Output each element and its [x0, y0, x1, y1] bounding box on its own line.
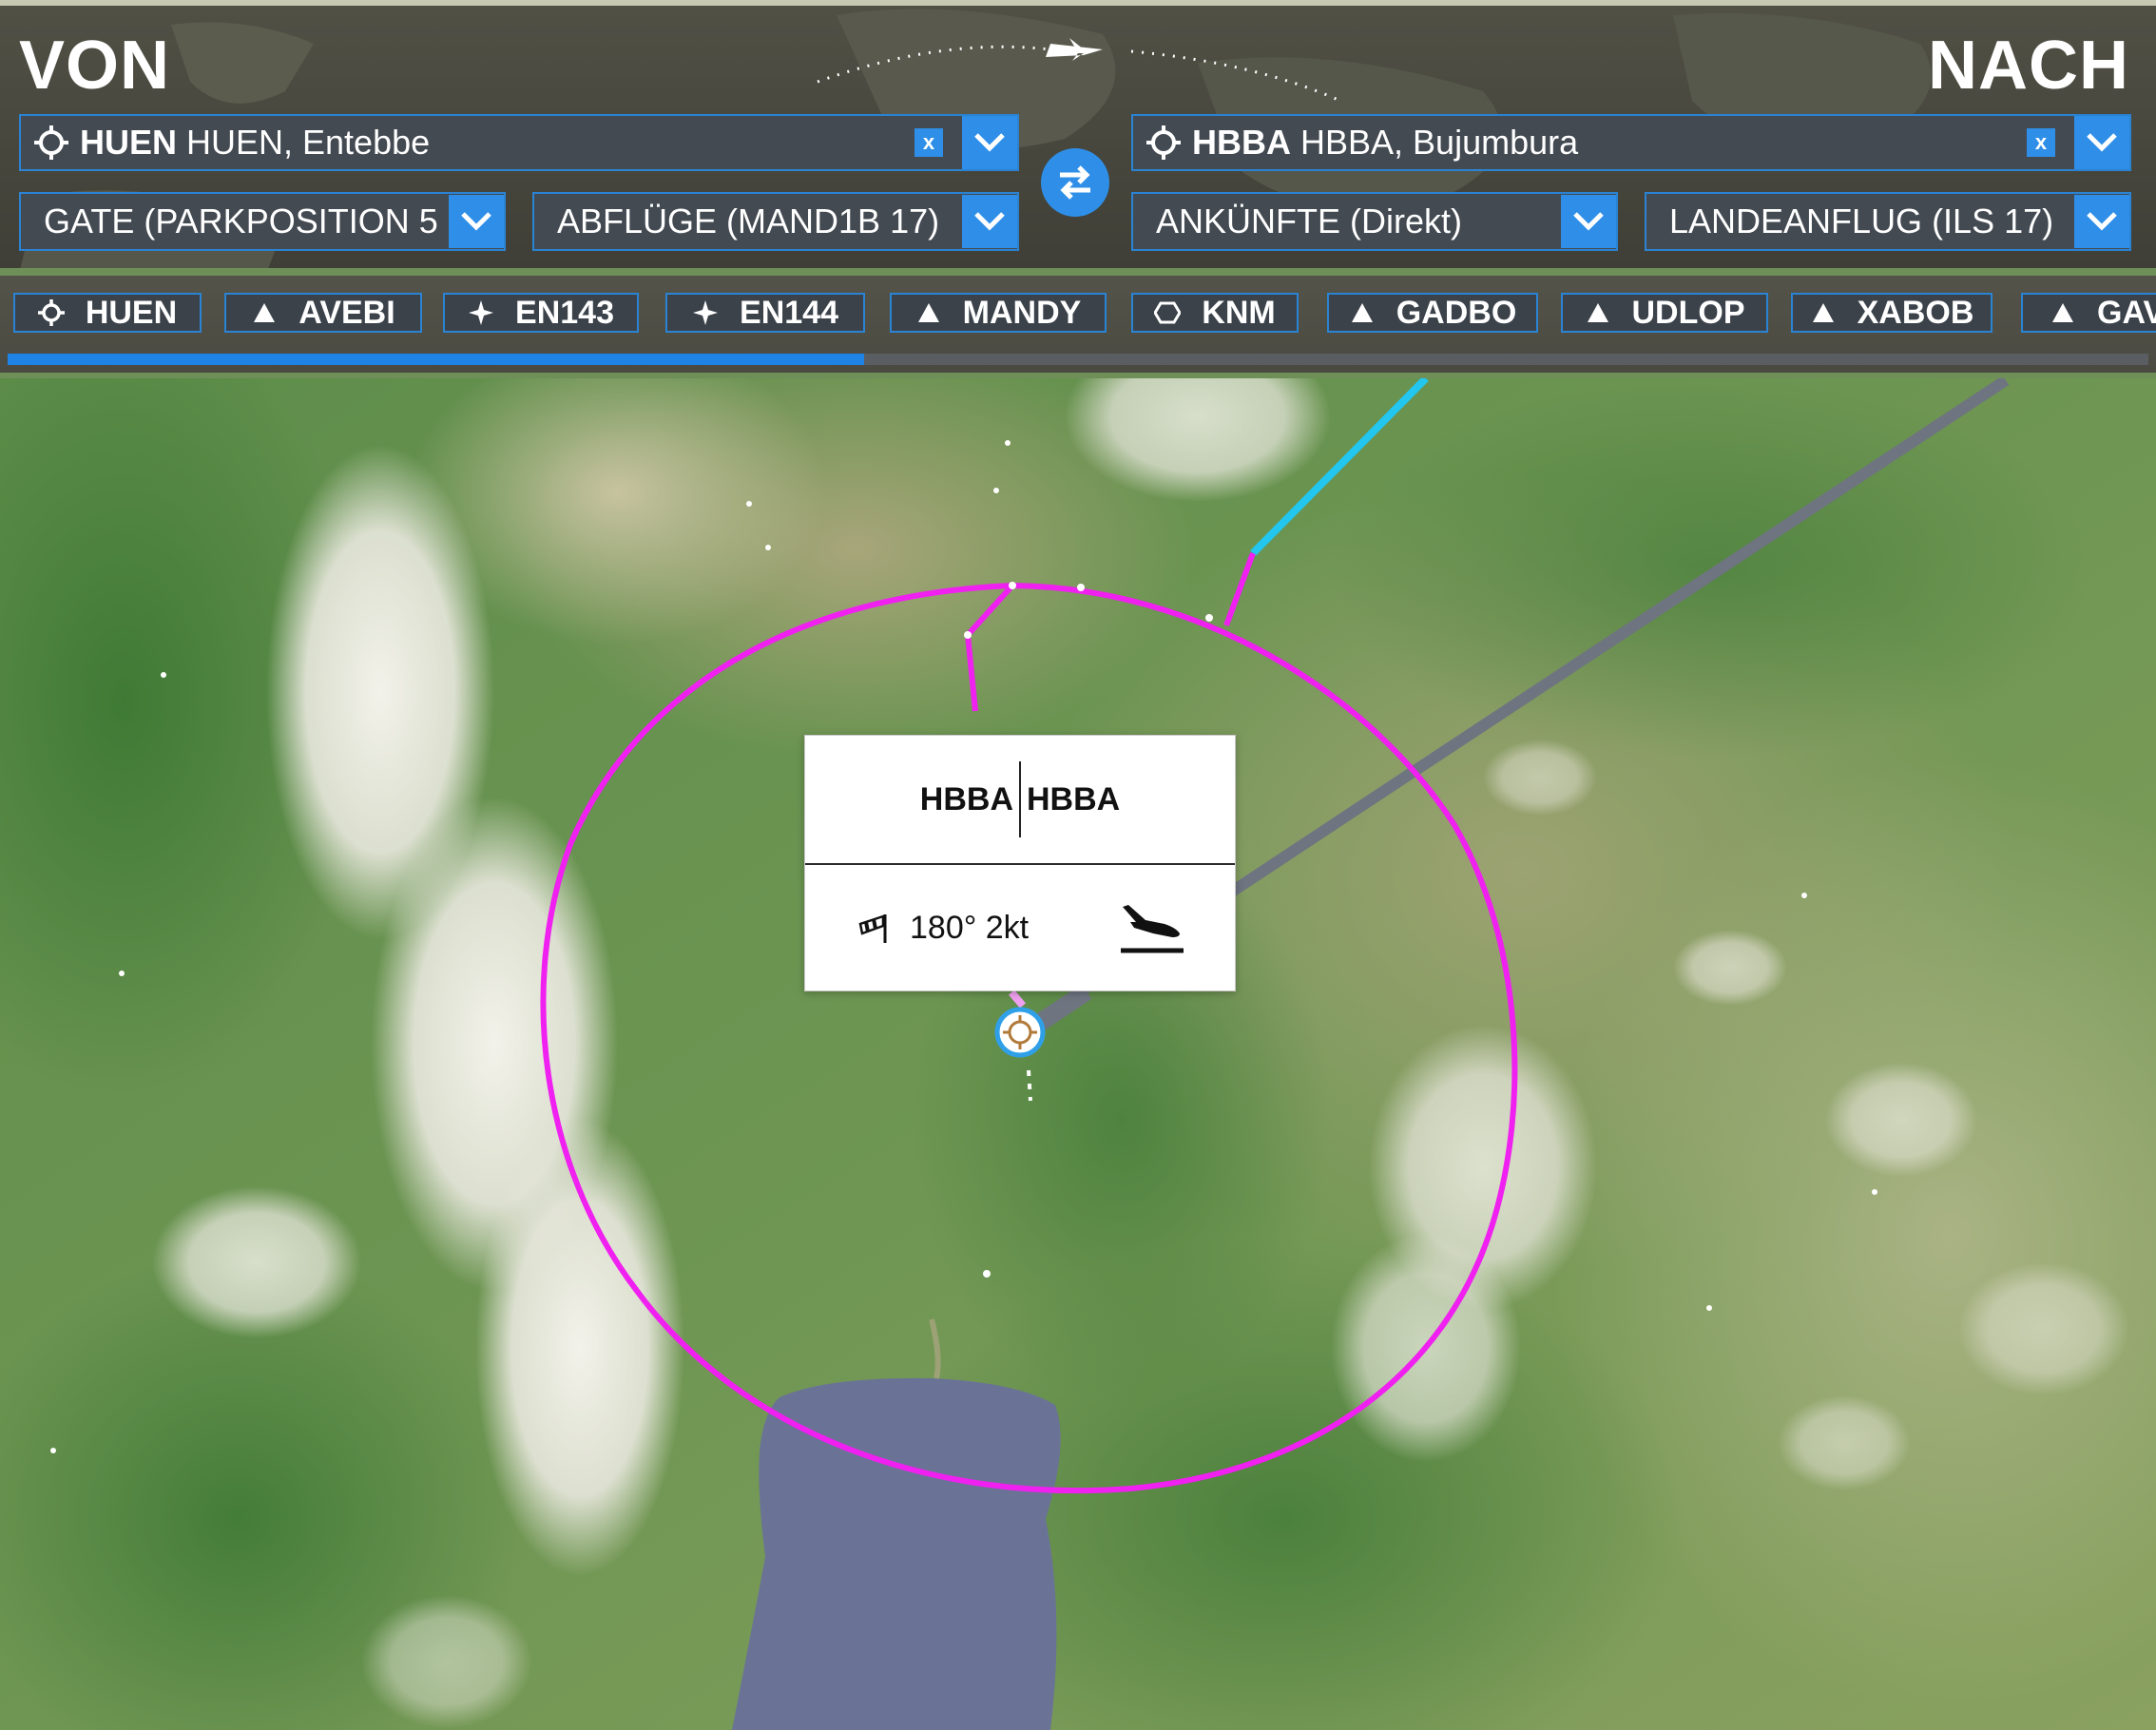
to-title: NACH — [1928, 28, 2129, 104]
waypoint-label: UDLOP — [1631, 294, 1745, 331]
waypoint-label: MANDY — [962, 294, 1082, 331]
waypoint-label: AVEBI — [298, 294, 395, 331]
departure-gate-dropdown-button[interactable] — [449, 195, 504, 248]
airport-location-icon — [1146, 125, 1181, 160]
swap-arrows-icon — [1060, 165, 1090, 200]
waypoint-label: EN144 — [740, 294, 838, 331]
departure-clear-button[interactable]: x — [914, 128, 943, 157]
popup-divider — [1019, 761, 1021, 837]
arrival-code: HBBA — [1192, 123, 1291, 162]
departure-procedure-value: ABFLÜGE (MAND1B 17) — [557, 202, 940, 240]
triangle-waypoint-icon — [1587, 303, 1608, 322]
airport-icon — [37, 299, 65, 326]
chevron-down-icon — [1573, 212, 1604, 231]
popup-header: HBBA HBBA — [805, 736, 1235, 865]
arrival-clear-button[interactable]: x — [2027, 128, 2055, 157]
chevron-down-icon — [461, 212, 491, 231]
triangle-waypoint-icon — [254, 303, 276, 322]
destination-airport-marker — [994, 1007, 1046, 1058]
from-title: VON — [19, 28, 171, 104]
waypoint-chip[interactable]: XABOB — [1791, 293, 1992, 333]
chevron-down-icon — [2087, 133, 2117, 152]
popup-code-right: HBBA — [1027, 780, 1121, 817]
approach-select[interactable]: LANDEANFLUG (ILS 17) — [1645, 192, 2131, 251]
waypoint-chip[interactable]: UDLOP — [1561, 293, 1768, 333]
windsock-icon — [858, 914, 887, 943]
vor-icon — [1154, 301, 1182, 324]
arrival-name: HBBA, Bujumbura — [1300, 123, 1579, 162]
waypoint-chip[interactable]: GADBO — [1327, 293, 1538, 333]
waypoint-label: HUEN — [85, 294, 178, 331]
arrival-procedure-select[interactable]: ANKÜNFTE (Direkt) — [1131, 192, 1618, 251]
route-progress-fill — [8, 354, 864, 365]
departure-gate-select[interactable]: GATE (PARKPOSITION 5 — [19, 192, 506, 251]
popup-code-left: HBBA — [919, 780, 1013, 817]
departure-procedure-dropdown-button[interactable] — [962, 195, 1017, 248]
arrival-procedure-dropdown-button[interactable] — [1561, 195, 1616, 248]
popup-body: 180° 2kt — [805, 865, 1235, 990]
triangle-waypoint-icon — [1812, 303, 1834, 322]
chevron-down-icon — [974, 133, 1005, 152]
waypoint-chip[interactable]: GAV — [2021, 293, 2156, 333]
waypoint-label: EN143 — [515, 294, 614, 331]
wind-info: 180° 2kt — [910, 909, 1030, 946]
triangle-waypoint-icon — [917, 303, 939, 322]
departure-procedure-select[interactable]: ABFLÜGE (MAND1B 17) — [532, 192, 1019, 251]
waypoint-chip[interactable]: MANDY — [890, 293, 1107, 333]
plane-landing-icon — [1121, 905, 1184, 953]
chevron-down-icon — [974, 212, 1005, 231]
route-progress-bar[interactable] — [8, 354, 2148, 365]
approach-value: LANDEANFLUG (ILS 17) — [1669, 202, 2054, 240]
triangle-waypoint-icon — [2052, 303, 2073, 322]
departure-code: HUEN — [80, 123, 178, 162]
waypoint-chip[interactable]: AVEBI — [224, 293, 422, 333]
departure-dropdown-button[interactable] — [962, 116, 1017, 169]
star-waypoint-icon — [469, 300, 494, 325]
approach-dropdown-button[interactable] — [2074, 195, 2129, 248]
star-waypoint-icon — [693, 300, 719, 325]
arrival-dropdown-button[interactable] — [2074, 116, 2129, 169]
arrival-procedure-value: ANKÜNFTE (Direkt) — [1156, 202, 1462, 240]
departure-gate-value: GATE (PARKPOSITION 5 — [44, 202, 438, 240]
waypoint-chip[interactable]: HUEN — [13, 293, 202, 333]
departure-name: HUEN, Entebbe — [186, 123, 431, 162]
waypoint-label: XABOB — [1857, 294, 1974, 331]
waypoint-chip[interactable]: KNM — [1131, 293, 1299, 333]
map-view[interactable] — [0, 378, 2156, 1730]
satellite-terrain — [0, 378, 2156, 1730]
airport-location-icon — [34, 125, 68, 160]
waypoint-label: GAV — [2097, 294, 2156, 331]
airport-info-popup[interactable]: HBBA HBBA 180° 2kt — [804, 735, 1236, 991]
departure-airport-field[interactable]: HUEN HUEN, Entebbe x — [19, 114, 1019, 171]
swap-airports-button[interactable] — [1041, 148, 1109, 217]
waypoint-label: KNM — [1202, 294, 1276, 331]
flight-planner-header: VON NACH HUEN HUEN, Entebbe x HBBA HBBA,… — [0, 0, 2156, 268]
arrival-airport-field[interactable]: HBBA HBBA, Bujumbura x — [1131, 114, 2131, 171]
chevron-down-icon — [2087, 212, 2117, 231]
waypoint-chip[interactable]: EN143 — [443, 293, 639, 333]
triangle-waypoint-icon — [1351, 303, 1373, 322]
waypoint-chip[interactable]: EN144 — [665, 293, 865, 333]
lake — [732, 1377, 1061, 1730]
waypoint-label: GADBO — [1396, 294, 1517, 331]
